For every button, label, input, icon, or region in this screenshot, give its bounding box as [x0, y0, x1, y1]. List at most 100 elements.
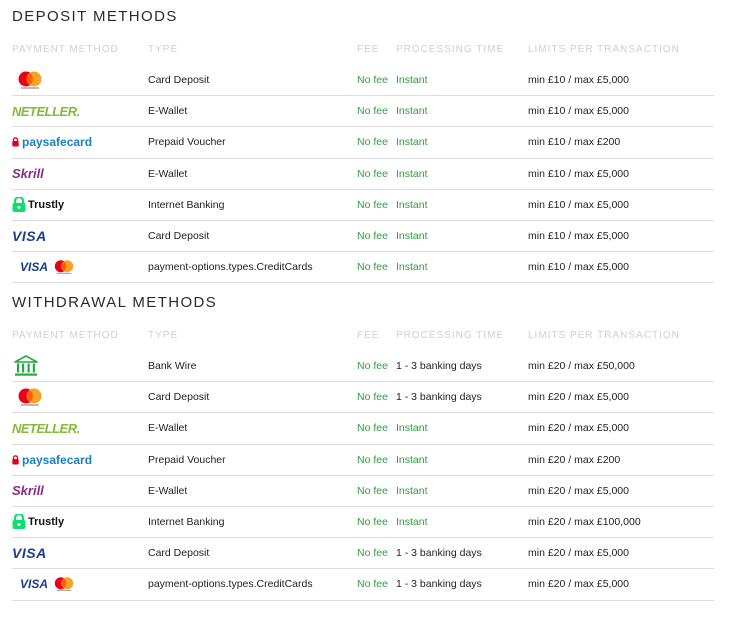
limits-cell: min £20 / max £200	[528, 453, 621, 466]
trustly-mark-icon	[12, 513, 26, 529]
fee-cell: No fee	[357, 578, 388, 591]
type-cell: Internet Banking	[148, 198, 225, 211]
payment-method-cell: Trustly	[12, 507, 132, 537]
withdrawal-table-header: PAYMENT METHOD TYPE FEE PROCESSING TIME …	[0, 330, 714, 344]
limits-cell: min £20 / max £5,000	[528, 391, 629, 404]
limits-cell: min £20 / max £5,000	[528, 578, 629, 591]
padlock-icon	[12, 137, 19, 147]
visa-mastercard-icon: VISA	[20, 569, 76, 599]
mastercard-icon	[54, 260, 74, 275]
fee-cell: No fee	[357, 453, 388, 466]
visa-logo-text: VISA	[12, 545, 47, 562]
neteller-icon: NETELLER.	[12, 96, 80, 126]
processing-time-cell: Instant	[396, 261, 428, 274]
fee-cell: No fee	[357, 229, 388, 242]
mastercard-icon	[18, 71, 42, 89]
deposit-methods-title: DEPOSIT METHODS	[12, 8, 178, 25]
paysafecard-icon: paysafecard	[12, 127, 92, 157]
table-row: paysafecard Prepaid Voucher No fee Instant m…	[12, 127, 714, 159]
fee-cell: No fee	[357, 515, 388, 528]
table-row: Card Deposit No fee 1 - 3 banking days min …	[12, 382, 714, 414]
limits-cell: min £10 / max £5,000	[528, 261, 629, 274]
paysafecard-logo-text: paysafecard	[22, 135, 93, 150]
type-cell: E-Wallet	[148, 422, 188, 435]
type-cell: Prepaid Voucher	[148, 453, 226, 466]
header-fee: FEE	[357, 330, 380, 341]
type-cell: Prepaid Voucher	[148, 136, 226, 149]
table-row: Skrill E-Wallet No fee Instant min £10 / max…	[12, 159, 714, 190]
table-row: VISA payment-options.types.CreditCards No …	[12, 569, 714, 601]
skrill-logo-text: Skrill	[12, 483, 44, 499]
table-row: VISA Card Deposit No fee 1 - 3 banking days…	[12, 538, 714, 570]
processing-time-cell: 1 - 3 banking days	[396, 547, 482, 560]
withdrawal-table: Bank Wire No fee 1 - 3 banking days min £20…	[12, 351, 714, 601]
trustly-logo-text: Trustly	[28, 515, 65, 528]
payment-method-cell: VISA	[12, 569, 132, 599]
bank-icon	[14, 355, 38, 376]
table-row: Skrill E-Wallet No fee Instant min £20 / max…	[12, 476, 714, 507]
payment-method-cell	[12, 65, 132, 95]
header-payment-method: PAYMENT METHOD	[12, 330, 119, 341]
type-cell: E-Wallet	[148, 484, 188, 497]
processing-time-cell: 1 - 3 banking days	[396, 360, 482, 372]
processing-time-cell: Instant	[396, 484, 428, 497]
limits-cell: min £10 / max £5,000	[528, 198, 629, 211]
skrill-logo-text: Skrill	[12, 166, 44, 182]
fee-cell: No fee	[357, 198, 388, 211]
header-payment-method: PAYMENT METHOD	[12, 44, 119, 55]
processing-time-cell: Instant	[396, 105, 428, 118]
type-cell: Bank Wire	[148, 360, 197, 372]
table-row: Trustly Internet Banking No fee Instant min …	[12, 190, 714, 221]
limits-cell: min £10 / max £5,000	[528, 229, 629, 242]
payment-method-cell: paysafecard	[12, 127, 132, 157]
payment-method-cell	[12, 382, 132, 412]
header-limits: LIMITS PER TRANSACTION	[528, 44, 680, 55]
fee-cell: No fee	[357, 547, 388, 560]
type-cell: E-Wallet	[148, 167, 188, 180]
deposit-table-header: PAYMENT METHOD TYPE FEE PROCESSING TIME …	[0, 44, 714, 58]
skrill-icon: Skrill	[12, 159, 44, 189]
header-processing-time: PROCESSING TIME	[396, 44, 505, 55]
paysafecard-icon: paysafecard	[12, 445, 92, 475]
type-cell: payment-options.types.CreditCards	[148, 578, 313, 591]
processing-time-cell: 1 - 3 banking days	[396, 578, 482, 591]
type-cell: Card Deposit	[148, 74, 210, 86]
fee-cell: No fee	[357, 261, 388, 274]
type-cell: Card Deposit	[148, 547, 210, 560]
payment-method-cell: VISA	[12, 538, 132, 568]
fee-cell: No fee	[357, 484, 388, 497]
trustly-logo-text: Trustly	[28, 198, 65, 211]
processing-time-cell: Instant	[396, 453, 428, 466]
deposit-table: Card Deposit No fee Instant min £10 / max £…	[12, 65, 714, 284]
table-row: paysafecard Prepaid Voucher No fee Instant m…	[12, 445, 714, 476]
fee-cell: No fee	[357, 74, 388, 86]
payment-method-cell: Skrill	[12, 476, 132, 506]
limits-cell: min £10 / max £5,000	[528, 105, 629, 118]
bank-icon	[14, 351, 38, 381]
payment-method-cell: Trustly	[12, 190, 132, 220]
header-processing-time: PROCESSING TIME	[396, 330, 505, 341]
processing-time-cell: Instant	[396, 74, 428, 86]
processing-time-cell: 1 - 3 banking days	[396, 391, 482, 404]
type-cell: Card Deposit	[148, 391, 210, 404]
processing-time-cell: Instant	[396, 198, 428, 211]
payment-method-cell: VISA	[12, 252, 132, 282]
limits-cell: min £20 / max £50,000	[528, 360, 635, 372]
limits-cell: min £20 / max £5,000	[528, 547, 629, 560]
processing-time-cell: Instant	[396, 229, 428, 242]
visa-icon: VISA	[12, 221, 47, 251]
table-row: NETELLER. E-Wallet No fee Instant min £20 / …	[12, 413, 714, 445]
trustly-icon: Trustly	[12, 507, 64, 537]
limits-cell: min £10 / max £5,000	[528, 167, 629, 180]
type-cell: Card Deposit	[148, 229, 210, 242]
table-row: VISA payment-options.types.CreditCards No …	[12, 252, 714, 284]
payment-method-cell: VISA	[12, 221, 132, 251]
type-cell: Internet Banking	[148, 515, 225, 528]
payment-method-cell: Skrill	[12, 159, 132, 189]
header-type: TYPE	[148, 330, 179, 341]
header-limits: LIMITS PER TRANSACTION	[528, 330, 680, 341]
header-fee: FEE	[357, 44, 380, 55]
trustly-icon: Trustly	[12, 190, 64, 220]
type-cell: payment-options.types.CreditCards	[148, 261, 313, 274]
visa-icon: VISA	[12, 538, 47, 568]
